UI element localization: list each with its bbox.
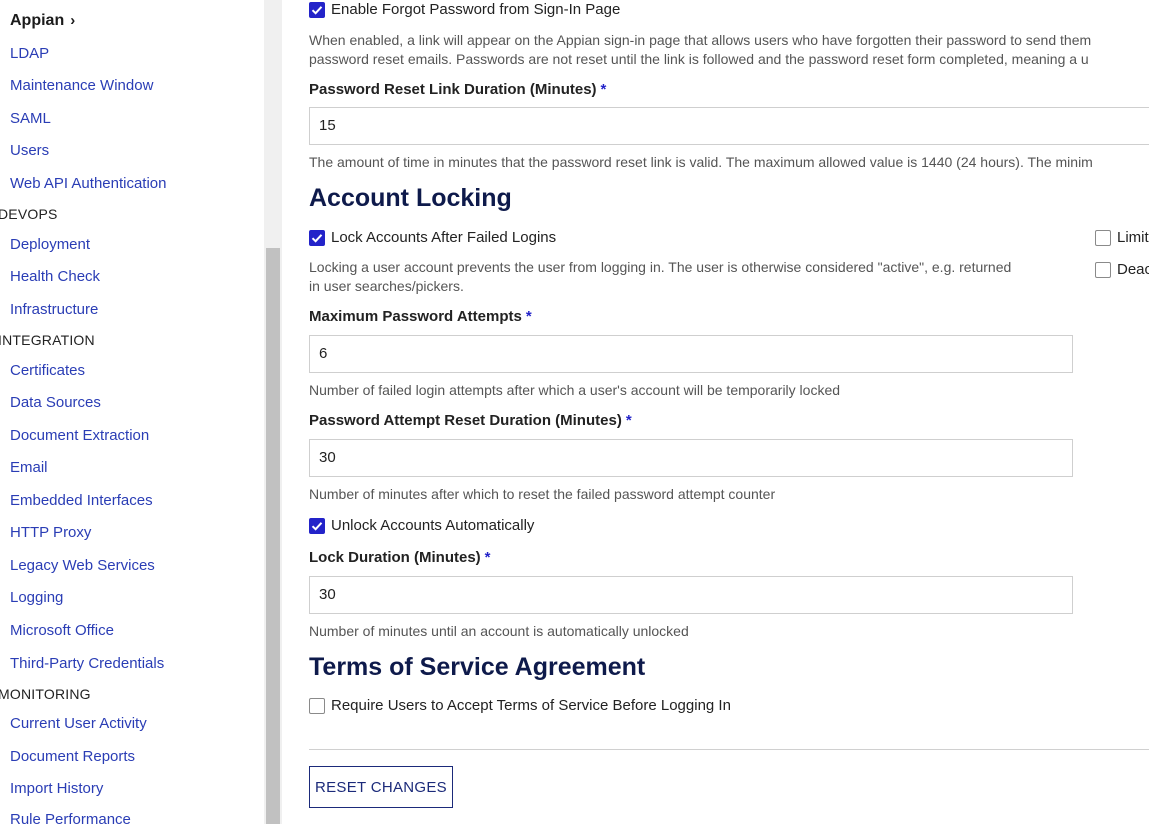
terms-of-service-heading: Terms of Service Agreement bbox=[309, 653, 646, 681]
sidebar-item-saml[interactable]: SAML bbox=[10, 110, 51, 127]
sidebar-item-ldap[interactable]: LDAP bbox=[10, 45, 49, 62]
sidebar-item-document-extraction[interactable]: Document Extraction bbox=[10, 427, 149, 444]
lock-duration-input[interactable]: 30 bbox=[309, 576, 1073, 614]
checkmark-icon bbox=[311, 6, 323, 15]
require-terms-checkbox[interactable] bbox=[309, 698, 325, 714]
sidebar-item-certificates[interactable]: Certificates bbox=[10, 362, 85, 379]
sidebar-item-document-reports[interactable]: Document Reports bbox=[10, 748, 135, 765]
reset-link-duration-label: Password Reset Link Duration (Minutes) * bbox=[309, 81, 606, 98]
sidebar-section-monitoring: MONITORING bbox=[0, 686, 91, 702]
account-locking-help-line2: in user searches/pickers. bbox=[309, 278, 464, 294]
forgot-password-label[interactable]: Enable Forgot Password from Sign-In Page bbox=[331, 1, 620, 18]
deactivate-checkbox[interactable] bbox=[1095, 262, 1111, 278]
deactivate-label[interactable]: Deac bbox=[1117, 261, 1149, 278]
max-attempts-input[interactable]: 6 bbox=[309, 335, 1073, 373]
required-marker: * bbox=[625, 412, 632, 429]
sidebar-item-import-history[interactable]: Import History bbox=[10, 780, 103, 797]
unlock-automatically-checkbox[interactable] bbox=[309, 518, 325, 534]
sidebar-item-email[interactable]: Email bbox=[10, 459, 48, 476]
sidebar-scrollbar-thumb[interactable] bbox=[266, 248, 280, 824]
divider bbox=[309, 749, 1149, 750]
sidebar-item-health-check[interactable]: Health Check bbox=[10, 268, 100, 285]
attempt-reset-duration-help: Number of minutes after which to reset t… bbox=[309, 486, 776, 502]
limit-checkbox[interactable] bbox=[1095, 230, 1111, 246]
attempt-reset-duration-label-text: Password Attempt Reset Duration (Minutes… bbox=[309, 412, 622, 429]
max-attempts-label-text: Maximum Password Attempts bbox=[309, 308, 522, 325]
sidebar-item-web-api-authentication[interactable]: Web API Authentication bbox=[10, 175, 167, 192]
sidebar-item-http-proxy[interactable]: HTTP Proxy bbox=[10, 524, 91, 541]
account-locking-heading: Account Locking bbox=[309, 184, 512, 212]
sidebar-item-data-sources[interactable]: Data Sources bbox=[10, 394, 101, 411]
sidebar-section-integration: INTEGRATION bbox=[0, 332, 95, 348]
max-attempts-label: Maximum Password Attempts * bbox=[309, 308, 532, 325]
sidebar-item-logging[interactable]: Logging bbox=[10, 589, 63, 606]
attempt-reset-duration-label: Password Attempt Reset Duration (Minutes… bbox=[309, 412, 632, 429]
attempt-reset-duration-input[interactable]: 30 bbox=[309, 439, 1073, 477]
forgot-password-help-line1: When enabled, a link will appear on the … bbox=[309, 32, 1092, 48]
reset-changes-button[interactable]: RESET CHANGES bbox=[309, 766, 453, 808]
limit-label[interactable]: Limit bbox=[1117, 229, 1149, 246]
sidebar-item-third-party-credentials[interactable]: Third-Party Credentials bbox=[10, 655, 164, 672]
chevron-right-icon: › bbox=[70, 12, 76, 29]
reset-link-duration-input[interactable]: 15 bbox=[309, 107, 1149, 145]
sidebar-item-embedded-interfaces[interactable]: Embedded Interfaces bbox=[10, 492, 153, 509]
require-terms-label[interactable]: Require Users to Accept Terms of Service… bbox=[331, 697, 731, 714]
required-marker: * bbox=[484, 549, 491, 566]
sidebar-item-legacy-web-services[interactable]: Legacy Web Services bbox=[10, 557, 155, 574]
sidebar-item-microsoft-office[interactable]: Microsoft Office bbox=[10, 622, 114, 639]
sidebar-brand[interactable]: Appian › bbox=[10, 12, 75, 30]
security-settings-panel: Enable Forgot Password from Sign-In Page… bbox=[282, 0, 1149, 824]
checkmark-icon bbox=[311, 234, 323, 243]
required-marker: * bbox=[600, 81, 607, 98]
sidebar-section-devops: DEVOPS bbox=[0, 206, 58, 222]
required-marker: * bbox=[525, 308, 532, 325]
sidebar-brand-label: Appian bbox=[10, 12, 65, 29]
forgot-password-help-line2: password reset emails. Passwords are not… bbox=[309, 51, 1089, 67]
lock-duration-label-text: Lock Duration (Minutes) bbox=[309, 549, 481, 566]
lock-after-failed-checkbox[interactable] bbox=[309, 230, 325, 246]
checkmark-icon bbox=[311, 522, 323, 531]
lock-duration-label: Lock Duration (Minutes) * bbox=[309, 549, 491, 566]
lock-duration-help: Number of minutes until an account is au… bbox=[309, 623, 689, 639]
sidebar-item-rule-performance[interactable]: Rule Performance bbox=[10, 811, 131, 824]
account-locking-help-line1: Locking a user account prevents the user… bbox=[309, 259, 1012, 275]
sidebar-item-infrastructure[interactable]: Infrastructure bbox=[10, 301, 98, 318]
forgot-password-checkbox[interactable] bbox=[309, 2, 325, 18]
max-attempts-help: Number of failed login attempts after wh… bbox=[309, 382, 841, 398]
sidebar-item-current-user-activity[interactable]: Current User Activity bbox=[10, 715, 147, 732]
reset-link-duration-label-text: Password Reset Link Duration (Minutes) bbox=[309, 81, 597, 98]
settings-sidebar: Appian › LDAP Maintenance Window SAML Use… bbox=[0, 0, 264, 824]
unlock-automatically-label[interactable]: Unlock Accounts Automatically bbox=[331, 517, 534, 534]
lock-after-failed-label[interactable]: Lock Accounts After Failed Logins bbox=[331, 229, 556, 246]
sidebar-item-deployment[interactable]: Deployment bbox=[10, 236, 90, 253]
sidebar-item-maintenance-window[interactable]: Maintenance Window bbox=[10, 77, 153, 94]
reset-link-duration-help: The amount of time in minutes that the p… bbox=[309, 154, 1093, 170]
sidebar-item-users[interactable]: Users bbox=[10, 142, 49, 159]
